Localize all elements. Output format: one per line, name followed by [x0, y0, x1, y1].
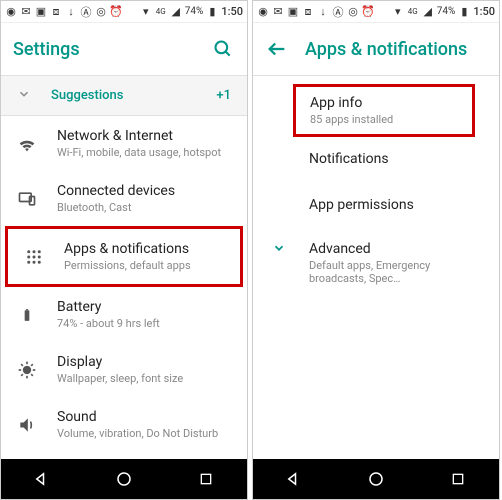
phone-left: ◉ ✉ ▣ ⧈ ↓ Ⓐ ◎ ⏰ ▾ 4G ◢ 74% ▮ 1:50 Settin…	[0, 0, 248, 500]
devices-icon	[15, 187, 39, 211]
settings-list[interactable]: Network & Internet Wi-Fi, mobile, data u…	[1, 116, 247, 459]
battery-icon: ▮	[458, 6, 470, 18]
item-advanced[interactable]: Advanced Default apps, Emergency broadca…	[253, 229, 499, 297]
item-storage[interactable]: Storage 63% used - 11.75 GB free	[1, 452, 247, 459]
item-subtitle: Default apps, Emergency broadcasts, Spec…	[309, 259, 485, 285]
wifi-icon	[15, 132, 39, 156]
back-button[interactable]	[265, 37, 289, 61]
download-icon: ↓	[317, 6, 329, 18]
whatsapp-icon: ◉	[257, 6, 269, 18]
circle-icon: ◎	[347, 6, 359, 18]
item-title: App permissions	[309, 197, 485, 213]
item-permissions[interactable]: App permissions	[253, 183, 499, 229]
app-icon: Ⓐ	[80, 6, 92, 18]
back-nav-button[interactable]	[284, 469, 304, 489]
item-title: Apps & notifications	[64, 241, 226, 257]
item-display[interactable]: Display Wallpaper, sleep, font size	[1, 342, 247, 397]
back-nav-button[interactable]	[32, 469, 52, 489]
signal-4g: 4G	[407, 6, 419, 18]
signal-4g: 4G	[155, 6, 167, 18]
home-nav-button[interactable]	[366, 469, 386, 489]
display-icon	[15, 358, 39, 382]
signal-icon: ◢	[170, 6, 182, 18]
item-title: Notifications	[309, 151, 485, 167]
mail-icon: ✉	[272, 6, 284, 18]
item-title: Advanced	[309, 241, 485, 257]
wifi-icon: ▾	[140, 6, 152, 18]
phone-right: ◉ ✉ ▣ ⧈ ↓ Ⓐ ◎ ⏰ ▾ 4G ◢ 74% ▮ 1:50 Apps &…	[252, 0, 500, 500]
item-subtitle: Permissions, default apps	[64, 259, 226, 272]
suggestions-label: Suggestions	[51, 88, 216, 103]
status-icons-left: ◉ ✉ ▣ ⧈ ↓ Ⓐ ◎ ⏰	[257, 6, 374, 18]
settings-title: Settings	[13, 39, 80, 60]
item-title: Connected devices	[57, 183, 233, 199]
clock: 1:50	[221, 5, 243, 18]
download-icon: ↓	[65, 6, 77, 18]
item-apps[interactable]: Apps & notifications Permissions, defaul…	[8, 229, 240, 284]
image-icon: ▣	[287, 6, 299, 18]
image-icon: ▣	[35, 6, 47, 18]
battery-percent: 74%	[185, 6, 204, 17]
status-icons-right: ▾ 4G ◢ 74% ▮ 1:50	[392, 5, 495, 18]
battery-icon	[15, 303, 39, 327]
item-subtitle: Wallpaper, sleep, font size	[57, 372, 233, 385]
item-battery[interactable]: Battery 74% - about 9 hrs left	[1, 287, 247, 342]
apps-header: Apps & notifications	[253, 23, 499, 76]
recent-nav-button[interactable]	[196, 469, 216, 489]
app-icon: Ⓐ	[332, 6, 344, 18]
item-subtitle: Bluetooth, Cast	[57, 201, 233, 214]
item-subtitle: 85 apps installed	[310, 113, 458, 126]
item-subtitle: 74% - about 9 hrs left	[57, 317, 233, 330]
chevron-down-icon	[17, 86, 31, 105]
alarm-icon: ⏰	[110, 6, 122, 18]
status-icons-right: ▾ 4G ◢ 74% ▮ 1:50	[140, 5, 243, 18]
signal-icon: ◢	[422, 6, 434, 18]
item-subtitle: Wi-Fi, mobile, data usage, hotspot	[57, 146, 233, 159]
nav-bar	[1, 459, 247, 499]
item-title: Battery	[57, 299, 233, 315]
alarm-icon: ⏰	[362, 6, 374, 18]
status-bar: ◉ ✉ ▣ ⧈ ↓ Ⓐ ◎ ⏰ ▾ 4G ◢ 74% ▮ 1:50	[253, 1, 499, 23]
arrow-left-icon	[266, 38, 288, 60]
home-nav-button[interactable]	[114, 469, 134, 489]
search-icon	[213, 39, 233, 59]
apps-list[interactable]: App info 85 apps installed Notifications…	[253, 76, 499, 459]
suggestions-row[interactable]: Suggestions +1	[1, 76, 247, 116]
highlight-apps: Apps & notifications Permissions, defaul…	[5, 226, 243, 287]
mail-icon: ✉	[20, 6, 32, 18]
apps-icon	[22, 245, 46, 269]
item-title: Display	[57, 354, 233, 370]
apps-title: Apps & notifications	[305, 39, 467, 60]
clock: 1:50	[473, 5, 495, 18]
item-notifications[interactable]: Notifications	[253, 137, 499, 183]
status-bar: ◉ ✉ ▣ ⧈ ↓ Ⓐ ◎ ⏰ ▾ 4G ◢ 74% ▮ 1:50	[1, 1, 247, 23]
item-appinfo[interactable]: App info 85 apps installed	[296, 87, 472, 134]
dropbox-icon: ⧈	[302, 6, 314, 18]
highlight-appinfo: App info 85 apps installed	[293, 84, 475, 137]
chevron-down-icon	[267, 241, 291, 255]
settings-header: Settings	[1, 23, 247, 76]
battery-percent: 74%	[437, 6, 456, 17]
recent-nav-button[interactable]	[448, 469, 468, 489]
battery-icon: ▮	[206, 6, 218, 18]
nav-bar	[253, 459, 499, 499]
item-title: Sound	[57, 409, 233, 425]
item-title: App info	[310, 95, 458, 111]
item-title: Network & Internet	[57, 128, 233, 144]
suggestions-count: +1	[216, 88, 231, 103]
item-connected[interactable]: Connected devices Bluetooth, Cast	[1, 171, 247, 226]
circle-icon: ◎	[95, 6, 107, 18]
wifi-icon: ▾	[392, 6, 404, 18]
item-sound[interactable]: Sound Volume, vibration, Do Not Disturb	[1, 397, 247, 452]
item-subtitle: Volume, vibration, Do Not Disturb	[57, 427, 233, 440]
whatsapp-icon: ◉	[5, 6, 17, 18]
sound-icon	[15, 413, 39, 437]
search-button[interactable]	[211, 37, 235, 61]
status-icons-left: ◉ ✉ ▣ ⧈ ↓ Ⓐ ◎ ⏰	[5, 6, 122, 18]
item-network[interactable]: Network & Internet Wi-Fi, mobile, data u…	[1, 116, 247, 171]
dropbox-icon: ⧈	[50, 6, 62, 18]
